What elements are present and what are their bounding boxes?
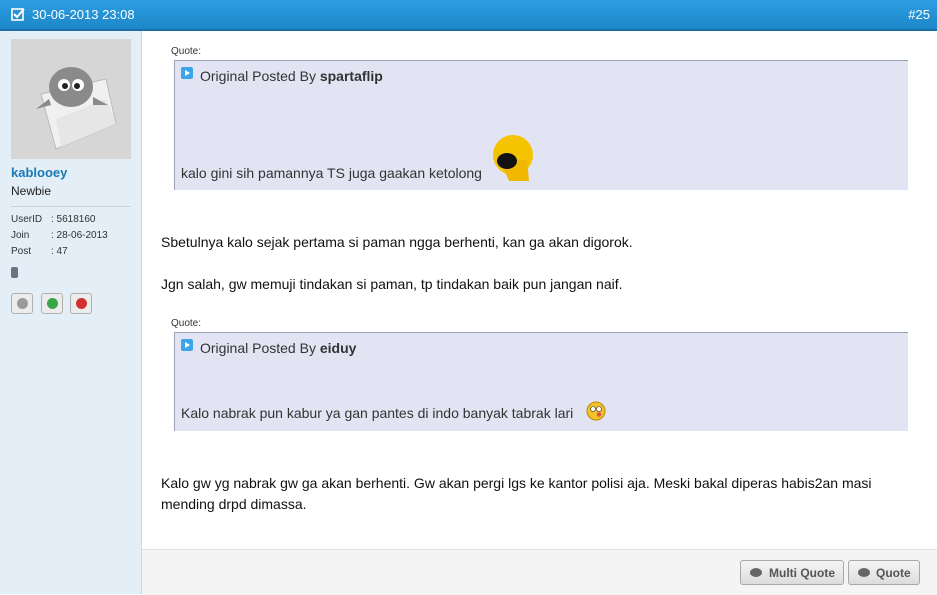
divider	[11, 206, 131, 207]
confused-emoticon-icon	[586, 401, 606, 421]
post-header: 30-06-2013 23:08 #25	[0, 0, 937, 31]
userid-row: UserID: 5618160	[11, 214, 96, 225]
user-sidebar: kablooey Newbie UserID: 5618160 Join: 28…	[0, 31, 142, 594]
speech-bubbles-icon	[750, 568, 762, 577]
post-count-row: Post: 47	[11, 246, 68, 257]
checkbox-icon	[11, 8, 25, 21]
avatar[interactable]	[11, 39, 131, 159]
offline-status-button[interactable]	[11, 293, 33, 314]
quote-author: spartaflip	[319, 68, 383, 84]
username-link[interactable]: kablooey	[11, 165, 67, 180]
reputation-icon	[11, 267, 18, 278]
add-reputation-button[interactable]	[41, 293, 63, 314]
multi-quote-button[interactable]: Multi Quote	[740, 560, 844, 585]
quote-button[interactable]: Quote	[848, 560, 920, 585]
quote-label: Quote:	[171, 46, 202, 57]
quote-header: Original Posted By eiduy	[200, 340, 357, 356]
message-paragraph-1: Sbetulnya kalo sejak pertama si paman ng…	[161, 234, 633, 250]
report-button[interactable]	[70, 293, 92, 314]
quote-box: Original Posted By eiduy Kalo nabrak pun…	[174, 332, 908, 431]
warning-icon	[76, 298, 87, 309]
user-title: Newbie	[11, 184, 52, 198]
post-number-link[interactable]: #25	[908, 7, 930, 22]
post-date: 30-06-2013 23:08	[32, 7, 135, 22]
quote-text: kalo gini sih pamannya TS juga gaakan ke…	[181, 165, 482, 181]
message-paragraph-2: Jgn salah, gw memuji tindakan si paman, …	[161, 276, 623, 292]
quote-box: Original Posted By spartaflip kalo gini …	[174, 60, 908, 190]
view-post-icon[interactable]	[181, 339, 193, 351]
quote-label: Quote:	[171, 318, 202, 329]
status-icon	[17, 298, 28, 309]
default-avatar-icon	[11, 39, 131, 159]
view-post-icon[interactable]	[181, 67, 193, 79]
message-paragraph-3: Kalo gw yg nabrak gw ga akan berhenti. G…	[161, 475, 872, 512]
quote-header: Original Posted By spartaflip	[200, 68, 383, 84]
speech-bubble-icon	[858, 568, 870, 577]
quote-text: Kalo nabrak pun kabur ya gan pantes di i…	[181, 405, 574, 421]
join-row: Join: 28-06-2013	[11, 230, 108, 241]
facepalm-emoticon-icon	[493, 135, 533, 181]
quote-author: eiduy	[319, 340, 357, 356]
plus-icon	[47, 298, 58, 309]
